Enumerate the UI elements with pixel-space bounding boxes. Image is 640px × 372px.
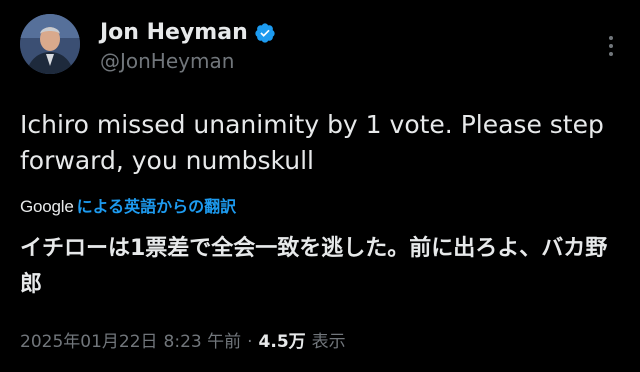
tweet-text: Ichiro missed unanimity by 1 vote. Pleas…: [20, 110, 604, 175]
tweet-time[interactable]: 8:23 午前: [164, 330, 242, 354]
meta-separator: ·: [247, 332, 253, 352]
avatar-image: [20, 14, 80, 74]
more-options-icon[interactable]: [608, 36, 614, 56]
tweet-card: Jon Heyman @JonHeyman Ichiro missed unan…: [0, 0, 640, 372]
tweet-meta: 2025年01月22日 8:23 午前 · 4.5万 表示: [20, 330, 346, 354]
translation-attribution: Google による英語からの翻訳: [20, 197, 620, 217]
tweet-date[interactable]: 2025年01月22日: [20, 330, 158, 354]
tweet-header: Jon Heyman @JonHeyman: [20, 14, 620, 84]
author-handle[interactable]: @JonHeyman: [100, 48, 276, 74]
translation-link[interactable]: による英語からの翻訳: [77, 197, 237, 217]
name-row: Jon Heyman: [100, 20, 276, 46]
verified-badge-icon[interactable]: [254, 22, 276, 44]
google-logo: Google: [20, 197, 74, 216]
author-display-name[interactable]: Jon Heyman: [100, 20, 248, 46]
author-names: Jon Heyman @JonHeyman: [100, 14, 276, 74]
view-count: 4.5万: [258, 332, 306, 352]
author-avatar[interactable]: [20, 14, 80, 74]
translated-text: イチローは1票差で全会一致を逃した。前に出ろよ、バカ野郎: [20, 236, 608, 297]
views-label: 表示: [311, 332, 346, 352]
